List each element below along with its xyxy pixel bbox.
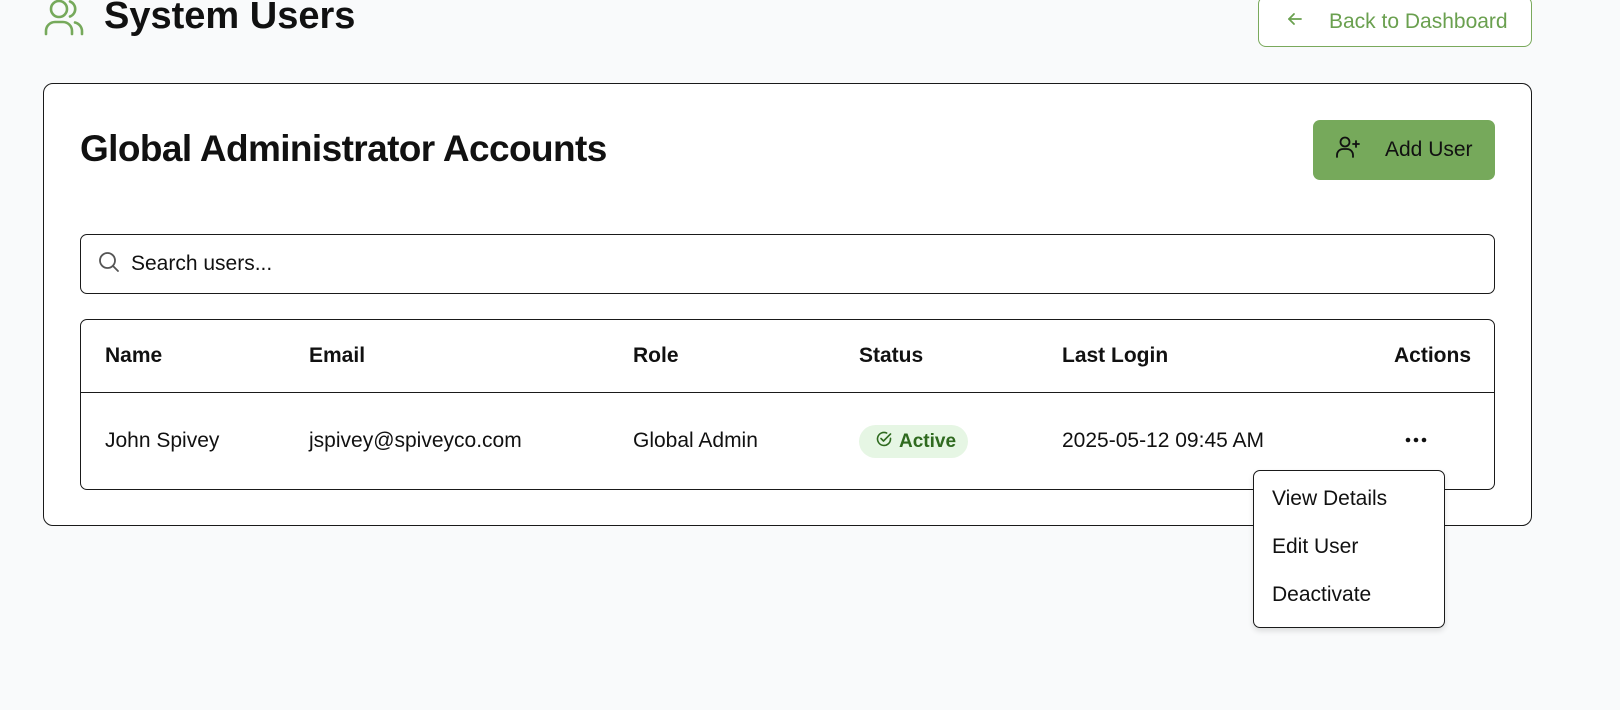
more-horizontal-icon	[1404, 432, 1428, 450]
menu-item-view-details[interactable]: View Details	[1272, 487, 1387, 511]
column-header-last-login: Last Login	[1062, 344, 1169, 367]
back-button-label: Back to Dashboard	[1329, 9, 1508, 33]
add-user-button[interactable]: Add User	[1313, 120, 1495, 180]
user-plus-icon	[1335, 134, 1361, 166]
search-icon	[97, 250, 121, 279]
column-header-status: Status	[859, 344, 924, 367]
page-title: System Users	[104, 0, 356, 37]
row-actions-menu: View Details Edit User Deactivate	[1253, 470, 1445, 628]
menu-item-edit-user[interactable]: Edit User	[1272, 535, 1358, 559]
column-header-email: Email	[309, 344, 366, 367]
column-header-actions: Actions	[1394, 344, 1472, 367]
check-circle-icon	[875, 430, 893, 454]
search-input[interactable]	[131, 252, 1431, 276]
users-icon	[44, 0, 84, 38]
row-actions-button[interactable]	[1399, 424, 1433, 458]
last-login-cell: 2025-05-12 09:45 AM	[1062, 429, 1264, 452]
search-box[interactable]	[80, 234, 1495, 294]
user-role-cell: Global Admin	[633, 429, 758, 452]
user-name-cell: John Spivey	[105, 429, 220, 452]
column-header-role: Role	[633, 344, 679, 367]
add-user-label: Add User	[1385, 138, 1473, 161]
arrow-left-icon	[1285, 9, 1305, 35]
menu-item-deactivate[interactable]: Deactivate	[1272, 583, 1371, 607]
back-to-dashboard-button[interactable]: Back to Dashboard	[1258, 0, 1532, 47]
status-label: Active	[899, 430, 957, 452]
table-header-row: Name Email Role Status Last Login Action…	[81, 320, 1494, 393]
admin-accounts-card: Global Administrator Accounts Add User N…	[43, 83, 1532, 526]
card-title: Global Administrator Accounts	[80, 128, 607, 169]
status-badge: Active	[859, 425, 968, 458]
column-header-name: Name	[105, 344, 163, 367]
user-email-cell: jspivey@spiveyco.com	[309, 429, 522, 452]
page-header: System Users Back to Dashboard	[44, 0, 1532, 48]
users-table: Name Email Role Status Last Login Action…	[80, 319, 1495, 490]
